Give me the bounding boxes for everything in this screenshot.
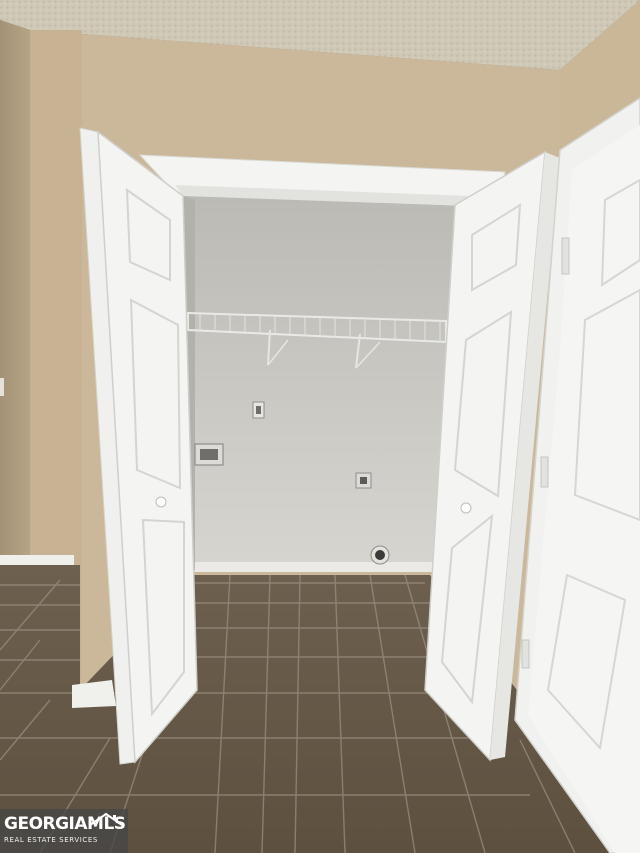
laundry-closet-photo: GEORGIAMLS REAL ESTATE SERVICES [0, 0, 640, 853]
watermark-badge: GEORGIAMLS REAL ESTATE SERVICES [0, 809, 128, 853]
photo-illustration [0, 0, 640, 853]
closet-back-wall [183, 195, 455, 570]
watermark-tagline: REAL ESTATE SERVICES [4, 836, 98, 844]
house-roof-icon [89, 812, 123, 826]
side-wall-left [0, 20, 30, 565]
